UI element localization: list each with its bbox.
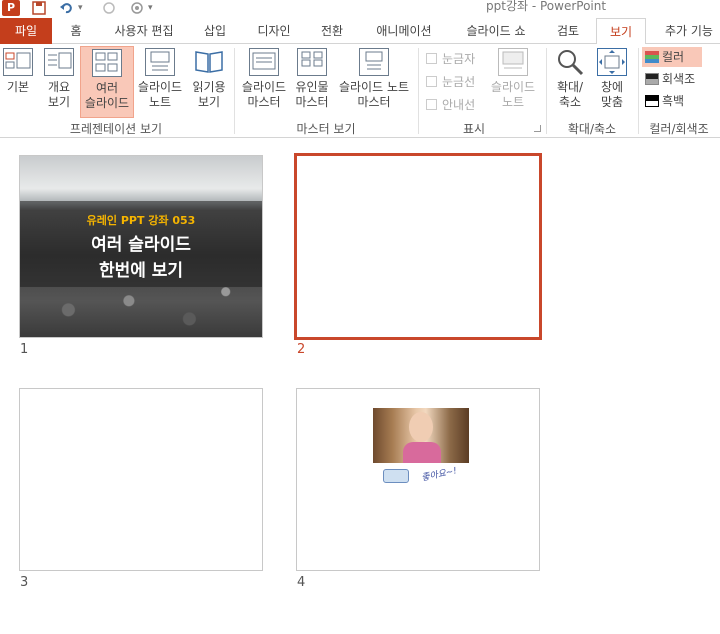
normal-view-button[interactable]: 기본 [0, 46, 36, 95]
tab-custom-edit[interactable]: 사용자 편집 [104, 18, 184, 44]
handout-master-icon [297, 48, 327, 76]
notes-page-icon [145, 48, 175, 76]
slide-title-line: 여러 슬라이드 [91, 235, 191, 255]
color-swatch-icon [645, 51, 659, 63]
slide-thumbnail-1[interactable]: 유레인 PPT 강좌 053 여러 슬라이드 한번에 보기 [19, 155, 263, 338]
slide-title-line: 한번에 보기 [98, 261, 184, 281]
notes-page-button[interactable]: 슬라이드 노트 [134, 46, 186, 110]
group-label-show: 표시 [462, 122, 486, 136]
redo-icon[interactable] [102, 0, 116, 16]
slide-master-icon [249, 48, 279, 76]
ribbon-tabs: 파일 홈 사용자 편집 삽입 디자인 전환 애니메이션 슬라이드 쇼 검토 보기… [0, 18, 720, 45]
fit-to-window-button[interactable]: 창에 맞춤 [594, 46, 630, 110]
slide-number: 3 [20, 575, 29, 590]
normal-view-icon [3, 48, 33, 76]
tab-design[interactable]: 디자인 [252, 18, 296, 44]
zoom-button[interactable]: 확대/ 축소 [550, 46, 590, 110]
slide-sorter-pane: 유레인 PPT 강좌 053 여러 슬라이드 한번에 보기 1 2 3 좋아요~… [0, 139, 720, 634]
window-title: ppt강좌 - PowerPoint [486, 0, 607, 13]
ruler-checkbox[interactable]: 눈금자 [426, 50, 475, 67]
magnifier-icon [555, 48, 585, 76]
notes-master-button[interactable]: 슬라이드 노트 마스터 [334, 46, 414, 110]
ribbon-view: 기본 개요 보기 여러 슬라이드 슬라이드 노트 읽기용 보기 프레젠테이션 보… [0, 44, 720, 138]
group-label-zoom: 확대/축소 [567, 122, 617, 136]
start-from-beginning-icon[interactable] [130, 0, 146, 16]
title-bar: P ▾ ▾ ppt강좌 - PowerPoint [0, 0, 720, 18]
slide-sorter-button[interactable]: 여러 슬라이드 [80, 46, 134, 118]
slide-master-button[interactable]: 슬라이드 마스터 [238, 46, 290, 110]
slide-shape-button [383, 469, 409, 483]
show-dialog-launcher-icon[interactable] [534, 125, 541, 132]
black-white-swatch-icon [645, 95, 659, 107]
slide-photo-woman [373, 408, 469, 463]
color-option[interactable]: 컬러 [642, 47, 702, 67]
slide-number: 2 [297, 342, 306, 357]
tab-add-ins[interactable]: 추가 기능 [658, 18, 720, 44]
tab-animations[interactable]: 애니메이션 [370, 18, 438, 44]
tab-file[interactable]: 파일 [0, 18, 52, 44]
outline-view-button[interactable]: 개요 보기 [40, 46, 78, 110]
notes-pane-icon [498, 48, 528, 76]
tab-slide-show[interactable]: 슬라이드 쇼 [460, 18, 532, 44]
fit-to-window-icon [597, 48, 627, 76]
guides-checkbox[interactable]: 안내선 [426, 96, 475, 113]
slide-subtitle: 유레인 PPT 강좌 053 [86, 214, 196, 227]
grayscale-option[interactable]: 회색조 [642, 69, 702, 89]
black-and-white-option[interactable]: 흑백 [642, 91, 702, 111]
slide-thumbnail-4[interactable]: 좋아요~! [296, 388, 540, 571]
group-separator [546, 48, 547, 134]
tab-transitions[interactable]: 전환 [316, 18, 348, 44]
reading-view-button[interactable]: 읽기용 보기 [188, 46, 230, 110]
tab-view[interactable]: 보기 [596, 18, 646, 45]
tab-insert[interactable]: 삽입 [198, 18, 232, 44]
undo-dropdown-icon[interactable]: ▾ [78, 0, 83, 16]
outline-view-icon [44, 48, 74, 76]
notes-pane-button[interactable]: 슬라이드 노트 [486, 46, 540, 110]
qat-customize-icon[interactable]: ▾ [148, 0, 153, 16]
group-label-presentation-views: 프레젠테이션 보기 [69, 122, 163, 136]
grayscale-swatch-icon [645, 73, 659, 85]
group-separator [418, 48, 419, 134]
powerpoint-app-icon[interactable]: P [2, 0, 20, 16]
notes-master-icon [359, 48, 389, 76]
slide-thumbnail-2[interactable] [294, 153, 542, 340]
group-separator [234, 48, 235, 134]
slide-thumbnail-3[interactable] [19, 388, 263, 571]
handout-master-button[interactable]: 유인물 마스터 [292, 46, 332, 110]
group-label-master-views: 마스터 보기 [296, 122, 356, 136]
undo-icon[interactable] [60, 0, 74, 16]
group-label-color-grayscale: 컬러/회색조 [649, 122, 709, 136]
slide-number: 1 [20, 342, 29, 357]
slide-number: 4 [297, 575, 306, 590]
reading-view-icon [194, 48, 224, 76]
gridlines-checkbox[interactable]: 눈금선 [426, 73, 475, 90]
tab-review[interactable]: 검토 [552, 18, 584, 44]
slide-sorter-icon [92, 49, 122, 77]
tab-home[interactable]: 홈 [64, 18, 88, 44]
slide-handwritten-text: 좋아요~! [420, 466, 458, 484]
save-icon[interactable] [32, 0, 46, 16]
